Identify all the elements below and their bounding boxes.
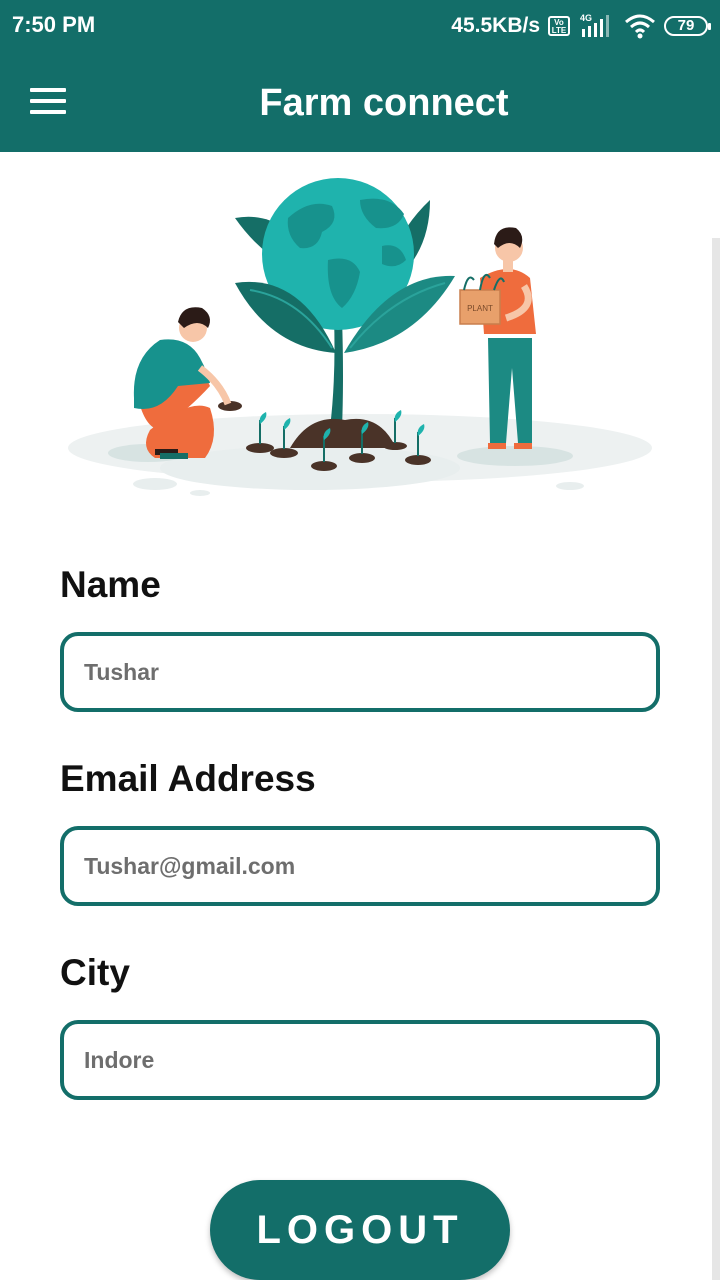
standing-gardener: PLANT	[459, 227, 536, 449]
wifi-icon	[625, 14, 655, 39]
scrollbar[interactable]	[712, 238, 720, 1280]
battery-icon: 79	[664, 16, 711, 36]
battery-level: 79	[677, 17, 695, 34]
name-label: Name	[60, 564, 161, 605]
volte-icon: Vo LTE	[548, 16, 570, 36]
plant-box-text: PLANT	[467, 304, 493, 313]
network-type: 4G	[580, 13, 592, 23]
app-title: Farm connect	[259, 82, 509, 124]
app-bar: Farm connect	[0, 52, 720, 152]
network-speed: 45.5KB/s	[451, 14, 540, 37]
city-input[interactable]	[60, 1020, 660, 1100]
email-input[interactable]	[60, 826, 660, 906]
status-time: 7:50 PM	[12, 12, 96, 37]
name-input[interactable]	[60, 632, 660, 712]
signal-icon: 4G	[580, 13, 609, 37]
logout-button[interactable]: LOGOUT	[210, 1180, 510, 1280]
status-icons: 45.5KB/s Vo LTE 4G 79	[451, 10, 711, 42]
farming-illustration: PLANT	[68, 178, 652, 496]
city-label: City	[60, 952, 130, 993]
status-bar: 7:50 PM 45.5KB/s Vo LTE 4G 79	[0, 0, 720, 52]
email-label: Email Address	[60, 758, 316, 799]
